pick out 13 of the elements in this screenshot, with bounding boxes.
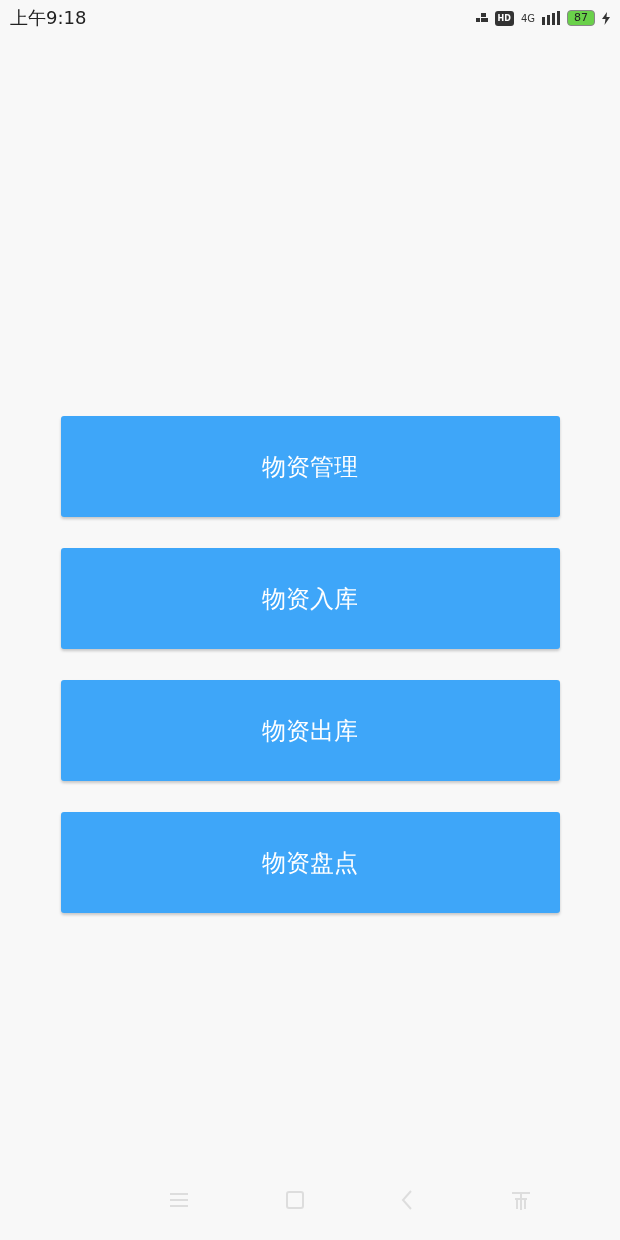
hd-badge: HD — [494, 10, 514, 26]
menu-button[interactable]: 物资管理 — [60, 416, 560, 517]
signal-icon — [542, 11, 560, 25]
network-type: 4G — [520, 12, 535, 24]
notification-dots-icon — [475, 13, 488, 23]
back-icon[interactable] — [400, 1190, 413, 1210]
menu-button[interactable]: 物资出库 — [60, 680, 560, 781]
menu-button[interactable]: 物资盘点 — [60, 812, 560, 913]
status-time: 上午9:18 — [10, 6, 87, 30]
home-icon[interactable] — [285, 1191, 304, 1209]
menu-icon[interactable] — [168, 1192, 189, 1208]
battery-level: 87 — [567, 10, 595, 26]
menu-button[interactable]: 物资入库 — [60, 548, 560, 649]
